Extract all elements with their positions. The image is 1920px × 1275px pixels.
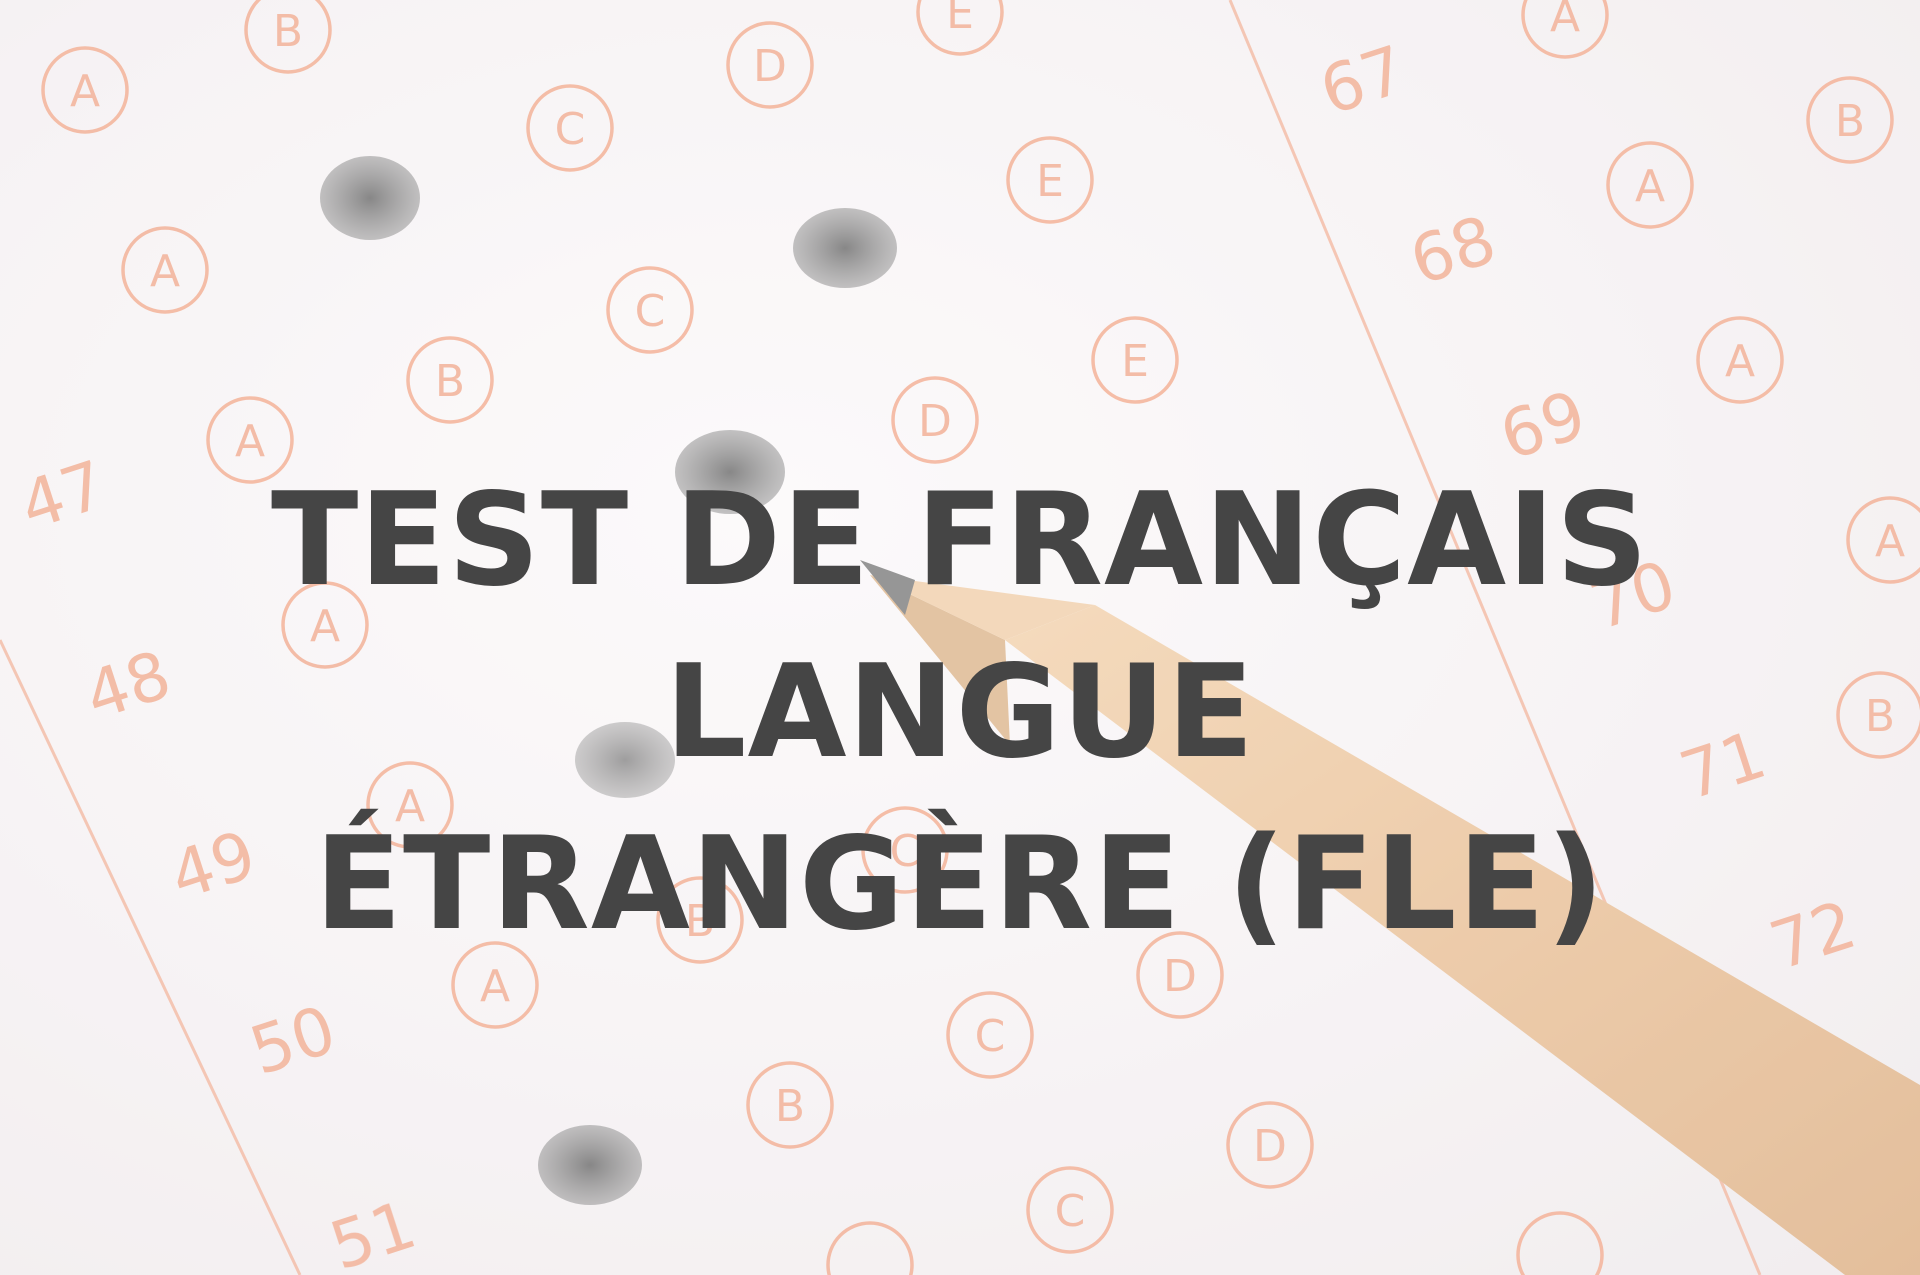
title-line-2: ÉTRANGÈRE (FLE) — [314, 810, 1606, 959]
hero-image: A B C D E A C E B D E A A A B C A B C C … — [0, 0, 1920, 1275]
page-title: TEST DE FRANÇAIS LANGUE ÉTRANGÈRE (FLE) — [0, 455, 1920, 971]
title-line-1: TEST DE FRANÇAIS LANGUE — [270, 466, 1650, 787]
